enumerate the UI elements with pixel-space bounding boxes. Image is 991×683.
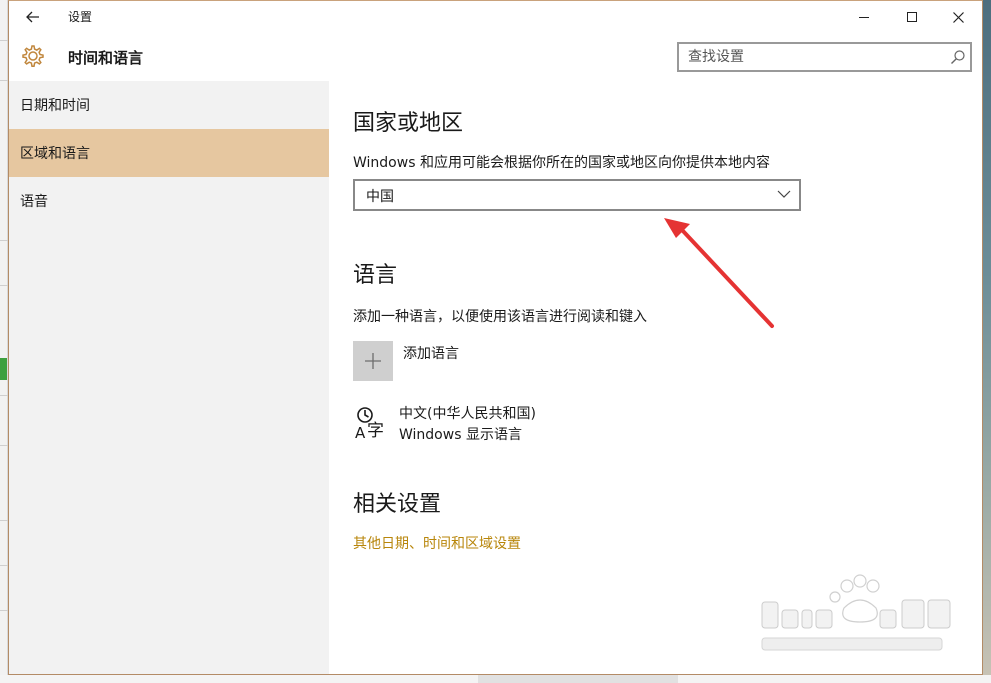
region-heading: 国家或地区 [353, 111, 464, 136]
other-date-time-region-link[interactable]: 其他日期、时间和区域设置 [353, 533, 521, 553]
language-description: 添加一种语言，以便使用该语言进行阅读和键入 [353, 309, 647, 325]
background-strip-bottom [0, 675, 991, 683]
page-header: 时间和语言 [9, 33, 982, 81]
background-desktop-strip-right [983, 0, 991, 683]
search-icon[interactable] [950, 49, 966, 65]
language-heading: 语言 [353, 263, 398, 288]
baidu-watermark-logo [761, 574, 951, 651]
country-region-select[interactable]: 中国 [353, 179, 801, 211]
add-language-label[interactable]: 添加语言 [403, 343, 459, 363]
language-item-name[interactable]: 中文(中华人民共和国) [399, 403, 536, 423]
search-box[interactable] [677, 42, 972, 72]
maximize-icon [907, 12, 917, 22]
sidebar: 日期和时间 区域和语言 语音 [9, 81, 329, 674]
plus-icon [365, 353, 381, 369]
related-settings-heading: 相关设置 [353, 492, 442, 517]
chevron-down-icon [777, 190, 791, 198]
svg-text:A: A [355, 424, 366, 441]
sidebar-item-date-time[interactable]: 日期和时间 [9, 81, 329, 129]
sidebar-item-label: 语音 [20, 194, 48, 210]
close-icon [952, 11, 964, 23]
gear-icon [22, 45, 44, 67]
minimize-icon [859, 16, 869, 18]
region-description: Windows 和应用可能会根据你所在的国家或地区向你提供本地内容 [353, 155, 770, 171]
sidebar-item-label: 日期和时间 [20, 98, 90, 114]
minimize-button[interactable] [841, 1, 887, 33]
add-language-button[interactable] [353, 341, 393, 381]
language-icon: A 字 [355, 407, 384, 441]
sidebar-item-region-language[interactable]: 区域和语言 [9, 129, 329, 177]
app-title: 设置 [68, 10, 93, 24]
page-title: 时间和语言 [68, 49, 144, 67]
title-bar: 设置 [9, 1, 982, 33]
back-arrow-icon [26, 11, 39, 23]
svg-text:字: 字 [367, 421, 384, 441]
close-button[interactable] [935, 1, 981, 33]
language-item-subtitle: Windows 显示语言 [399, 427, 522, 443]
background-app-strip-left [0, 0, 8, 683]
sidebar-item-speech[interactable]: 语音 [9, 177, 329, 225]
country-region-value: 中国 [366, 189, 394, 205]
back-button[interactable] [17, 1, 49, 33]
maximize-button[interactable] [889, 1, 935, 33]
search-input[interactable] [679, 44, 939, 70]
sidebar-item-label: 区域和语言 [20, 146, 90, 162]
